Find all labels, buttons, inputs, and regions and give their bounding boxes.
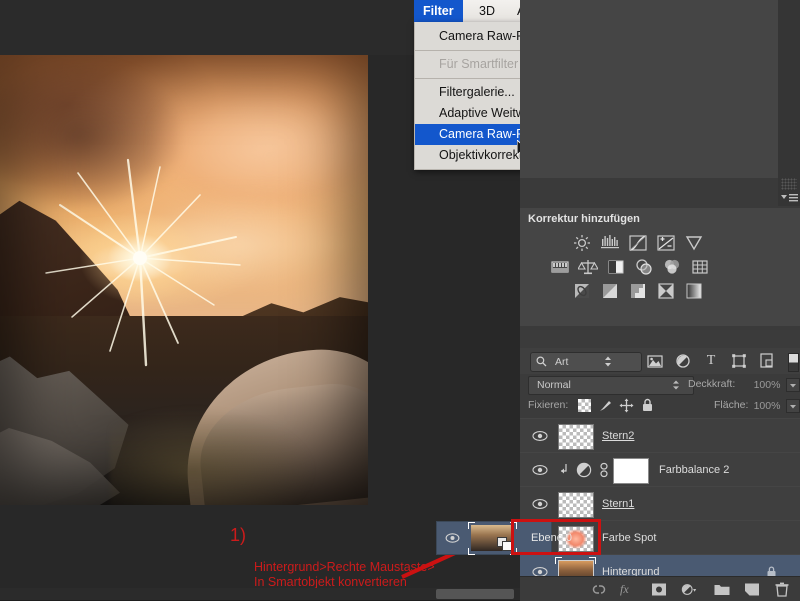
adjustments-icon-row-1[interactable] [520,234,800,256]
search-icon [536,356,547,367]
selection-corner [468,548,475,555]
color-lookup-icon[interactable] [690,258,710,276]
annotation-step-1-number: 1) [230,526,246,544]
opacity-value[interactable]: 100% [750,378,784,393]
dock-panel-menu-icon[interactable] [778,192,800,204]
menu-filter[interactable]: Filter [414,0,463,22]
lock-transparency-icon[interactable] [578,399,591,412]
brightness-contrast-icon[interactable] [572,234,592,252]
new-group-icon[interactable] [713,582,731,597]
adjustment-layer-thumbnail[interactable] [576,462,592,478]
dock-upper-panel-body [520,0,778,178]
annotation-step-1: 1) Hintergrund>Rechte Maustaste> In Smar… [254,530,435,590]
smartobject-filter-icon[interactable] [758,352,776,370]
adjustment-filter-icon[interactable] [674,352,692,370]
selective-color-icon[interactable] [656,282,676,300]
ebene0-highlight-box [511,519,601,555]
lock-row[interactable]: Fixieren: Flä [520,396,800,416]
adjustments-title: Korrektur hinzufügen [528,213,640,225]
link-layers-icon[interactable] [590,582,608,597]
shape-filter-icon[interactable] [730,352,748,370]
lock-label: Fixieren: [528,399,568,411]
horizontal-scrollbar[interactable] [436,589,514,599]
curves-icon[interactable] [628,234,648,252]
invert-icon[interactable] [572,282,592,300]
lock-all-icon[interactable] [641,398,654,413]
layer-name[interactable]: Stern1 [602,498,634,510]
visibility-eye-icon[interactable] [532,430,548,442]
selection-corner [555,557,562,564]
table-row[interactable]: Stern1 [520,486,800,522]
new-adjustment-icon[interactable] [680,582,698,597]
add-mask-icon[interactable] [650,582,668,597]
chevron-updown-icon[interactable] [604,356,612,367]
dock-icon-strip[interactable] [778,0,800,206]
layer-mask-thumbnail[interactable] [613,458,649,484]
annotation-step-1-text: Hintergrund>Rechte Maustaste> In Smartob… [254,560,435,589]
new-layer-icon[interactable] [743,582,761,597]
delete-layer-icon[interactable] [773,582,791,597]
layers-toolbar[interactable]: fx [520,576,800,601]
vibrance-icon[interactable] [684,234,704,252]
dock-grip-dots-icon[interactable] [781,178,797,190]
layer-thumbnail[interactable] [558,424,594,450]
right-dock: Bibliotheken Korrekturen Stile Korrektur… [520,0,800,600]
fill-label: Fläche: [714,399,748,411]
fill-dropdown-icon[interactable] [786,399,800,413]
image-sun-rays [0,55,368,505]
layer-name[interactable]: Farbbalance 2 [659,464,729,476]
exposure-icon[interactable] [656,234,676,252]
adjustments-panel: Korrektur hinzufügen [520,208,800,326]
selection-corner [468,522,475,529]
visibility-eye-icon[interactable] [532,464,548,476]
layer-thumbnail[interactable] [558,492,594,518]
menu-item-label: Filtergalerie... [439,85,515,99]
table-row[interactable]: Farbbalance 2 [520,452,800,488]
hue-saturation-icon[interactable] [550,258,570,276]
threshold-icon[interactable] [628,282,648,300]
lock-image-icon[interactable] [598,398,613,413]
photo-filter-icon[interactable] [634,258,654,276]
link-mask-icon[interactable] [598,462,610,478]
pixel-filter-icon[interactable] [646,352,664,370]
lock-position-icon[interactable] [619,398,634,413]
black-white-icon[interactable] [606,258,626,276]
layer-name[interactable]: Farbe Spot [602,532,656,544]
opacity-label: Deckkraft: [688,378,735,390]
table-row[interactable]: Stern2 [520,418,800,454]
blend-mode-select[interactable]: Normal [528,376,694,395]
levels-icon[interactable] [600,234,620,252]
layer-name[interactable]: Stern2 [602,430,634,442]
blend-chevron-updown-icon[interactable] [672,380,680,390]
filter-toggle-switch[interactable] [788,353,799,372]
adjustments-icon-row-3[interactable] [520,282,800,304]
adjustments-icon-row-2[interactable] [520,258,800,280]
clipping-mask-icon [558,463,570,477]
selection-corner [589,557,596,564]
layer-filter-row[interactable]: Art T [520,348,800,374]
layers-panel: Art T [520,330,800,600]
visibility-eye-icon[interactable] [532,498,548,510]
gradient-map-icon[interactable] [684,282,704,300]
type-filter-icon[interactable]: T [702,352,720,370]
menu-3d[interactable]: 3D [470,0,504,22]
document-image[interactable] [0,55,368,505]
opacity-dropdown-icon[interactable] [786,378,800,392]
posterize-icon[interactable] [600,282,620,300]
channel-mixer-icon[interactable] [662,258,682,276]
photoshop-window: 1) Hintergrund>Rechte Maustaste> In Smar… [0,0,800,600]
visibility-eye-icon[interactable] [445,532,460,544]
color-balance-icon[interactable] [578,258,598,276]
blend-mode-row[interactable]: Normal Deckkraft: 100% [520,374,800,396]
layer-style-fx-icon[interactable]: fx [620,582,638,597]
fill-value[interactable]: 100% [750,399,784,414]
